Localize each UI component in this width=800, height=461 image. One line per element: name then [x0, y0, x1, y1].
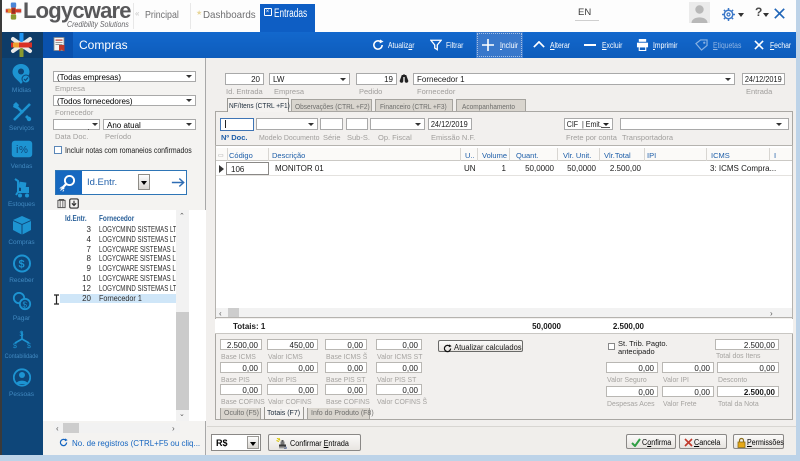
- svg-text:%: %: [19, 145, 28, 156]
- svg-text:$: $: [23, 301, 28, 310]
- svg-text:$: $: [20, 331, 24, 338]
- svg-text:$: $: [19, 259, 25, 271]
- svg-text:$: $: [13, 343, 17, 349]
- svg-text:$: $: [27, 343, 31, 349]
